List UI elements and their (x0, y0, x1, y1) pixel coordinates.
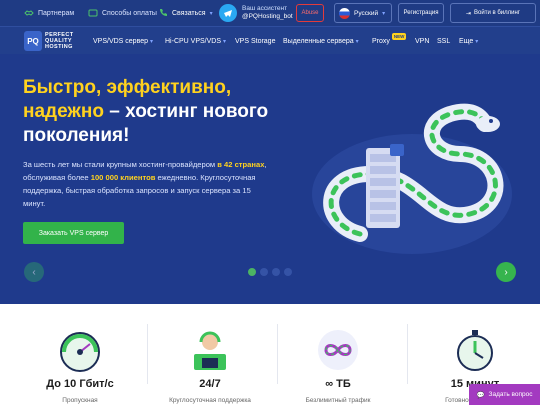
phone-icon (160, 9, 167, 16)
features-section: До 10 Гбит/с Пропускная 24/7 Круглосуточ… (0, 304, 540, 405)
divider (407, 324, 408, 384)
feature-support-subtitle: Круглосуточная поддержка (169, 397, 251, 404)
python-server-illustration (312, 103, 512, 254)
nav-dedicated-label: Выделенные сервера (283, 37, 354, 45)
hero-desc-part-1: За шесть лет мы стали крупным хостинг-пр… (23, 160, 218, 169)
handshake-icon (24, 10, 34, 16)
hero-desc-clients: 100 000 клиентов (90, 173, 156, 182)
feature-support-title: 24/7 (199, 378, 221, 390)
abuse-button[interactable]: Abuse (296, 4, 324, 22)
feature-speed-subtitle: Пропускная (62, 397, 98, 404)
feature-speed-title: До 10 Гбит/с (46, 378, 114, 390)
nav-vps[interactable]: VPS/VDS сервер ▾ (93, 27, 153, 55)
nav-hicpu[interactable]: Hi-CPU VPS/VDS ▾ (165, 27, 226, 55)
nav-ssl[interactable]: SSL (437, 27, 450, 55)
assistant-handle: @PQHosting_bot (242, 13, 293, 20)
nav-more[interactable]: Еще ▾ (459, 27, 478, 55)
slider-dot-2[interactable] (260, 268, 268, 276)
top-bar: Партнерам Способы оплаты Связаться ▾ Ваш… (0, 0, 540, 26)
telegram-bot-icon (219, 4, 237, 22)
feature-support: 24/7 Круглосуточная поддержка (150, 328, 270, 405)
slider-dot-1[interactable] (248, 268, 256, 276)
hero-title: Быстро, эффективно, надежно – хостинг но… (23, 76, 323, 148)
login-icon: ⇥ (466, 10, 472, 17)
chevron-down-icon: ▾ (382, 10, 386, 17)
order-vps-button[interactable]: Заказать VPS сервер (23, 222, 124, 244)
logo-mark: PQ (24, 31, 42, 51)
chevron-right-icon: › (504, 266, 508, 278)
nav-proxy-label: Proxy (372, 37, 390, 45)
stopwatch-icon (457, 330, 493, 371)
divider (147, 324, 148, 384)
logo[interactable]: PQ PERFECT QUALITY HOSTING (24, 31, 73, 51)
login-button[interactable]: ⇥ Войти в биллинг (450, 3, 536, 23)
chat-icon: 💬 (476, 391, 485, 399)
hero-title-highlight-2: надежно (23, 101, 104, 122)
slider-dot-3[interactable] (272, 268, 280, 276)
contact-label: Связаться (172, 9, 206, 17)
chevron-down-icon: ▾ (355, 38, 359, 45)
chevron-left-icon: ‹ (32, 266, 36, 278)
slider-next-button[interactable]: › (496, 262, 516, 282)
nav-hicpu-label: Hi-CPU VPS/VDS (165, 37, 222, 45)
feature-traffic: ∞ ТБ Безлимитный трафик (278, 328, 398, 405)
nav-vpn[interactable]: VPN (415, 27, 429, 55)
infinity-icon (318, 330, 358, 370)
ask-question-label: Задать вопрос (488, 391, 533, 398)
register-button[interactable]: Регистрация (398, 3, 444, 23)
language-select[interactable]: Русский ▾ (334, 3, 392, 23)
login-label: Войти в биллинг (474, 10, 520, 16)
chevron-down-icon: ▾ (209, 10, 213, 17)
headset-operator-icon (194, 331, 226, 370)
assistant-label: Ваш ассистент (242, 5, 288, 12)
nav-more-label: Еще (459, 37, 474, 45)
nav-vps-label: VPS/VDS сервер (93, 37, 149, 45)
ask-question-button[interactable]: 💬 Задать вопрос (469, 384, 540, 405)
logo-line-3: HOSTING (45, 44, 73, 50)
hero-title-highlight-1: Быстро, эффективно, (23, 77, 232, 98)
slider-dot-4[interactable] (284, 268, 292, 276)
wallet-icon (88, 9, 98, 17)
partners-link[interactable]: Партнерам (24, 0, 74, 26)
contact-link[interactable]: Связаться ▾ (158, 0, 213, 26)
hero-slider: Быстро, эффективно, надежно – хостинг но… (0, 54, 540, 304)
chevron-down-icon: ▾ (475, 38, 479, 45)
chevron-down-icon: ▾ (150, 38, 154, 45)
russia-flag-icon (339, 7, 350, 19)
speedometer-icon (60, 332, 100, 372)
nav-ssl-label: SSL (437, 37, 451, 45)
feature-speed: До 10 Гбит/с Пропускная (20, 328, 140, 405)
feature-traffic-subtitle: Безлимитный трафик (305, 397, 371, 404)
language-label: Русский (354, 9, 379, 17)
server-rack-icon (366, 144, 404, 228)
nav-storage-label: VPS Storage (235, 37, 276, 45)
main-nav: PQ PERFECT QUALITY HOSTING VPS/VDS серве… (0, 26, 540, 54)
payment-label: Способы оплаты (102, 9, 157, 17)
slider-dots (248, 268, 292, 276)
nav-vpn-label: VPN (415, 37, 430, 45)
partners-label: Партнерам (38, 9, 75, 17)
nav-dedicated[interactable]: Выделенные сервера ▾ (283, 27, 359, 55)
chevron-down-icon: ▾ (223, 38, 227, 45)
slider-prev-button[interactable]: ‹ (24, 262, 44, 282)
hero-description: За шесть лет мы стали крупным хостинг-пр… (23, 158, 273, 210)
assistant-link[interactable]: Ваш ассистент @PQHosting_bot (219, 3, 293, 23)
payment-link[interactable]: Способы оплаты (88, 0, 157, 26)
nav-proxy[interactable]: Proxy NEW (372, 27, 407, 55)
new-badge: NEW (391, 32, 407, 40)
nav-storage[interactable]: VPS Storage (235, 27, 275, 55)
hero-desc-countries: в 42 странах (217, 160, 265, 169)
feature-traffic-title: ∞ ТБ (325, 378, 351, 390)
